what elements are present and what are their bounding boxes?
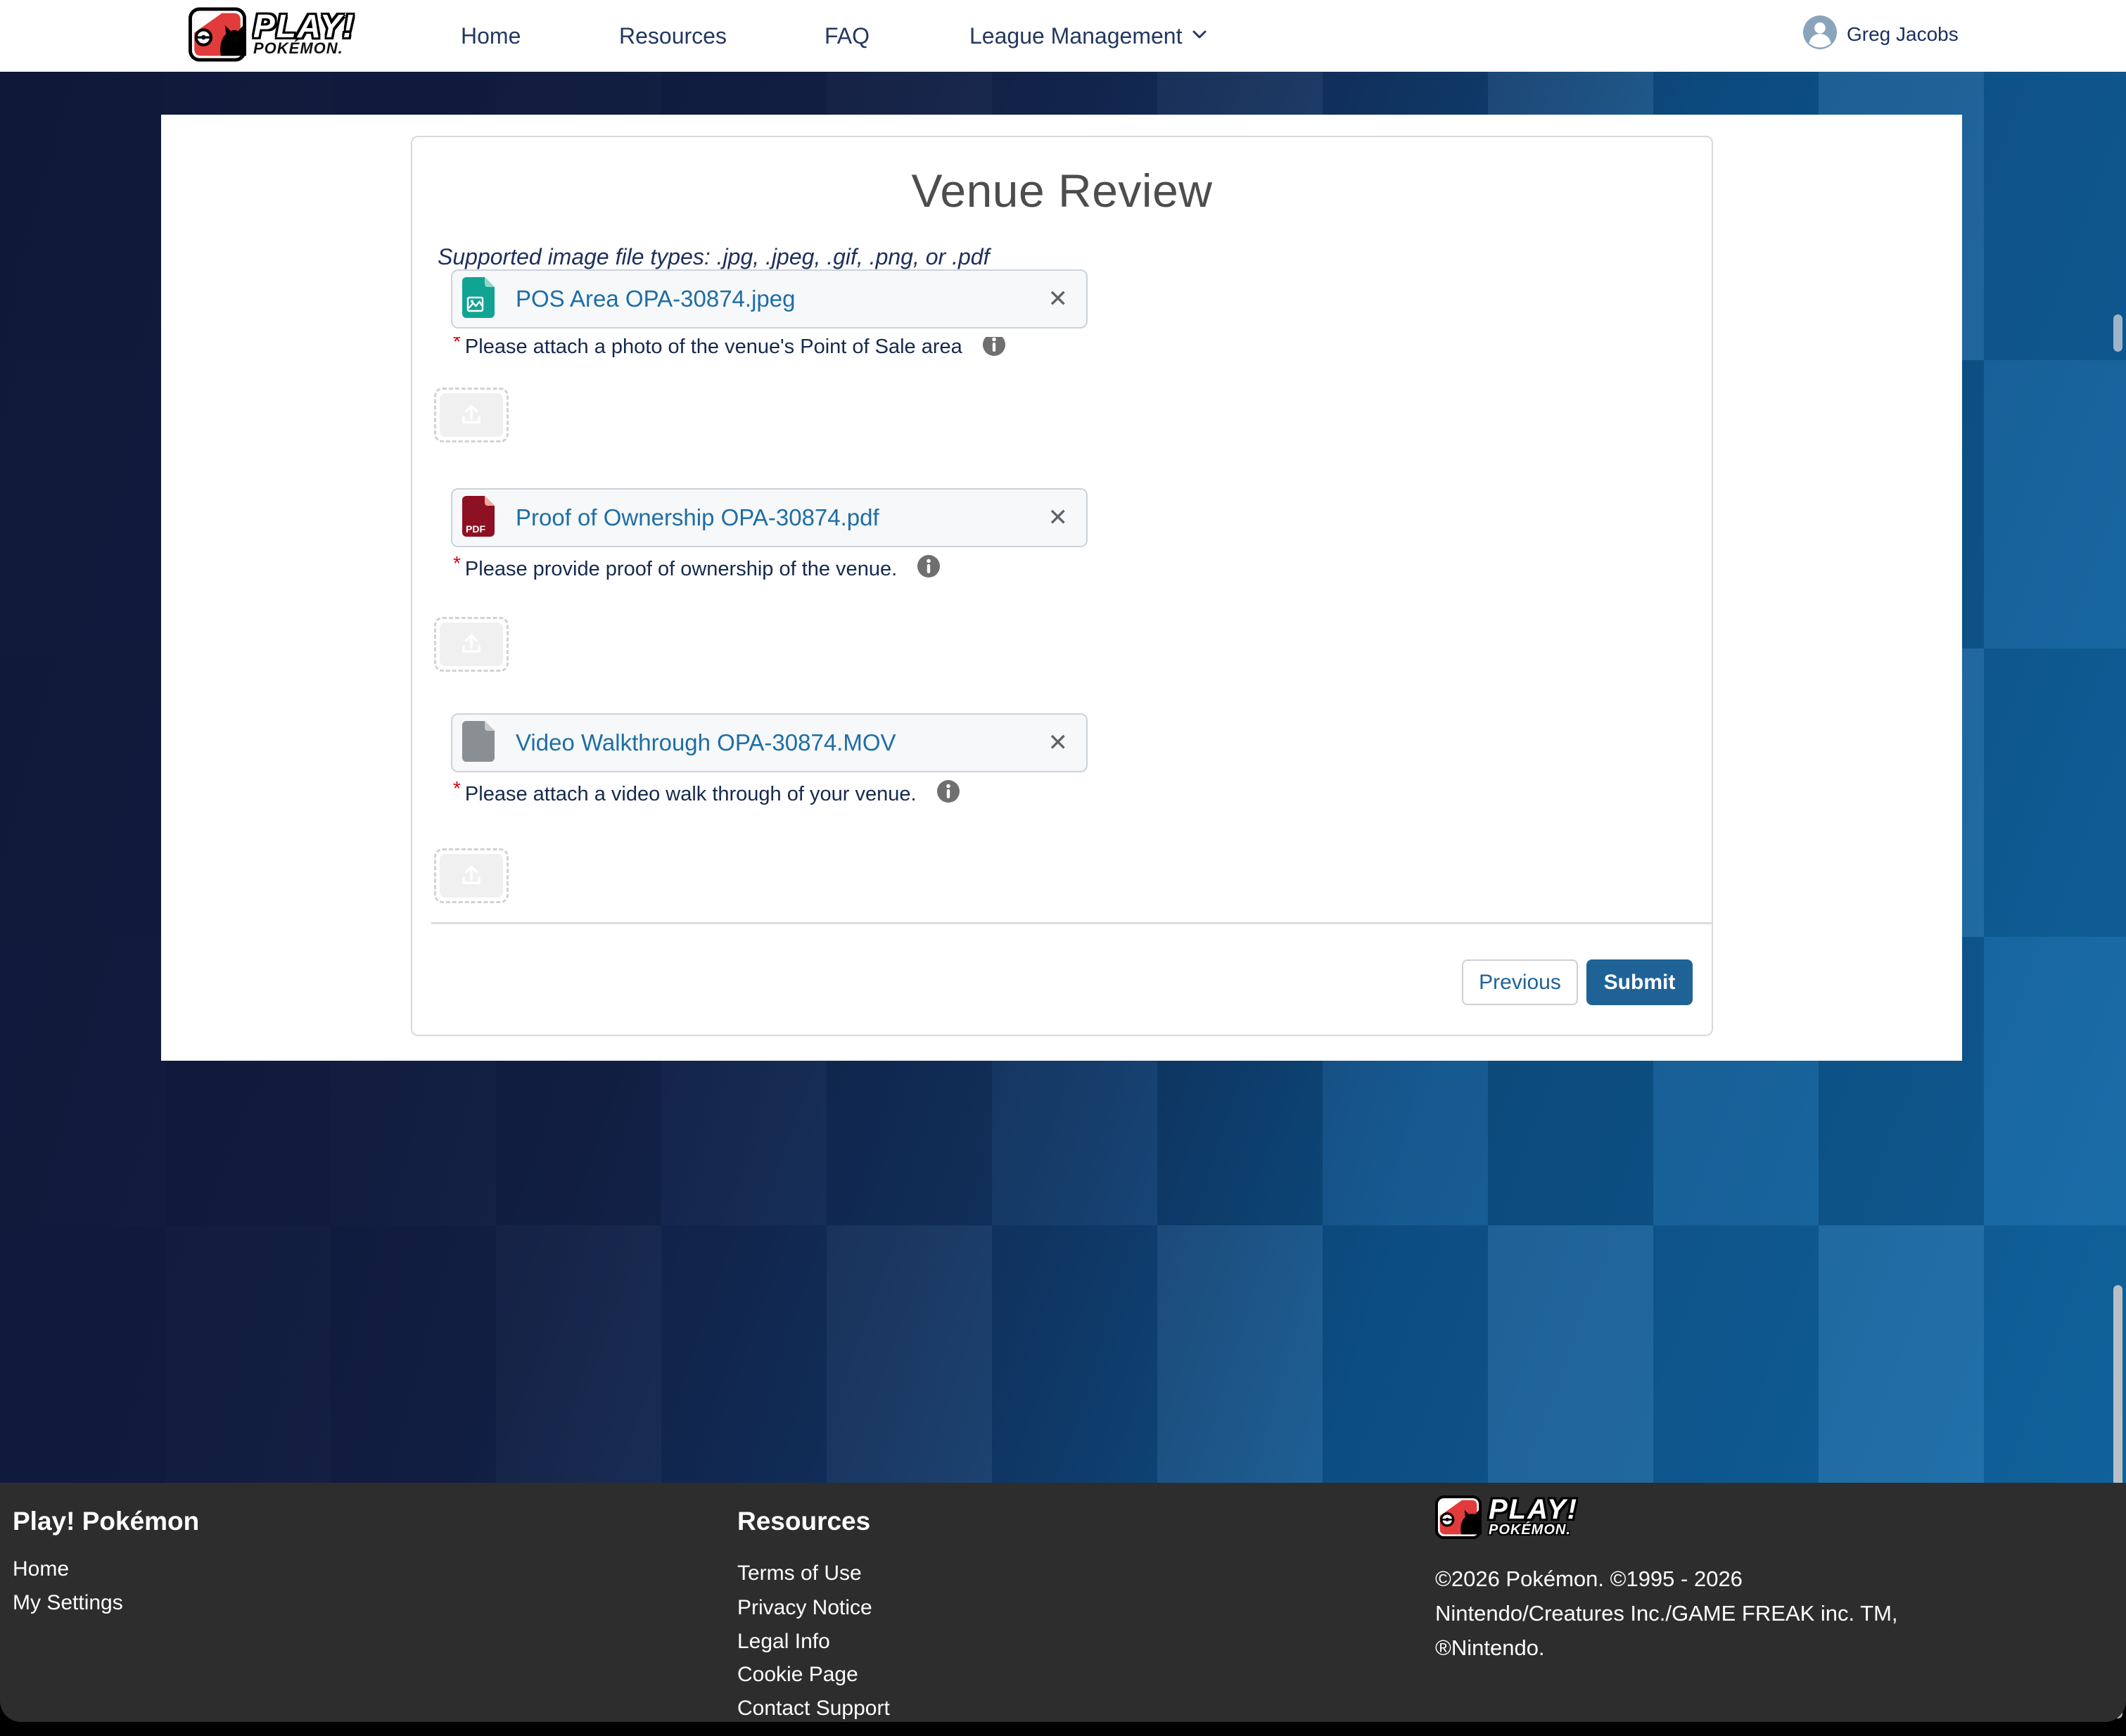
submit-button[interactable]: Submit (1586, 959, 1693, 1005)
upload-icon (440, 393, 503, 437)
file-row-pos-area: POS Area OPA-30874.jpeg ✕ (451, 269, 1088, 328)
page: PLAY! POKÉMON. Home Resources FAQ League… (0, 0, 2126, 1736)
nav-link-faq[interactable]: FAQ (825, 23, 870, 49)
generic-file-icon (462, 721, 495, 765)
user-menu[interactable]: Greg Jacobs (1803, 15, 1959, 53)
requirement-text: Please provide proof of ownership of the… (465, 558, 897, 581)
user-name: Greg Jacobs (1847, 23, 1959, 46)
venue-review-card: Venue Review Supported image file types:… (411, 136, 1713, 1036)
nav-link-home[interactable]: Home (461, 23, 521, 49)
footer: Play! Pokémon Home My Settings Resources… (0, 1483, 2126, 1722)
nav-dropdown-label: League Management (969, 23, 1182, 49)
requirement-label: * Please attach a photo of the venue's P… (453, 337, 1006, 357)
footer-link-privacy-notice[interactable]: Privacy Notice (737, 1596, 872, 1620)
wordmark-pokemon: POKÉMON. (1489, 1522, 1578, 1538)
play-pokemon-wordmark: PLAY! POKÉMON. (253, 12, 355, 57)
requirement-label: * Please attach a video walk through of … (453, 779, 960, 809)
requirement-text: Please attach a photo of the venue's Poi… (465, 337, 962, 357)
upload-dropzone[interactable] (434, 617, 509, 672)
upload-dropzone[interactable] (434, 388, 509, 442)
chevron-down-icon (1192, 30, 1207, 43)
wordmark-play: PLAY! (253, 12, 355, 40)
play-pokemon-badge-icon (1435, 1495, 1482, 1539)
footer-logo: PLAY! POKÉMON. (1435, 1495, 1578, 1539)
wordmark-pokemon: POKÉMON. (253, 40, 355, 57)
upload-icon (440, 623, 503, 666)
footer-link-cookie-page[interactable]: Cookie Page (737, 1663, 858, 1687)
pdf-badge: PDF (466, 523, 485, 535)
page-title: Venue Review (412, 164, 1712, 217)
required-marker: * (453, 552, 461, 575)
file-link[interactable]: Video Walkthrough OPA-30874.MOV (516, 729, 896, 756)
footer-link-contact-support[interactable]: Contact Support (737, 1697, 890, 1721)
footer-link-terms-of-use[interactable]: Terms of Use (737, 1562, 862, 1585)
file-types-note: Supported image file types: .jpg, .jpeg,… (438, 244, 989, 270)
footer-col2-title: Resources (737, 1507, 870, 1536)
remove-file-icon[interactable]: ✕ (1048, 287, 1069, 311)
info-icon[interactable] (982, 337, 1006, 357)
file-row-video-walkthrough: Video Walkthrough OPA-30874.MOV ✕ (451, 713, 1088, 772)
copyright-line: Nintendo/Creatures Inc./GAME FREAK inc. … (1435, 1601, 1898, 1626)
form-divider (431, 922, 1713, 924)
upload-dropzone[interactable] (434, 848, 509, 903)
play-pokemon-badge-icon (189, 7, 246, 62)
footer-link-legal-info[interactable]: Legal Info (737, 1630, 830, 1654)
jpeg-file-icon (462, 277, 495, 321)
file-link[interactable]: Proof of Ownership OPA-30874.pdf (516, 504, 879, 531)
copyright-line: ©2026 Pokémon. ©1995 - 2026 (1435, 1566, 1743, 1592)
avatar-icon (1803, 15, 1837, 53)
info-icon[interactable] (917, 554, 941, 584)
requirement-text: Please attach a video walk through of yo… (465, 783, 917, 806)
required-marker: * (453, 777, 461, 800)
info-icon[interactable] (936, 779, 960, 809)
nav-dropdown-league-management[interactable]: League Management (969, 23, 1207, 49)
requirement-label: * Please provide proof of ownership of t… (453, 554, 941, 584)
previous-button[interactable]: Previous (1462, 959, 1578, 1005)
footer-link-my-settings[interactable]: My Settings (13, 1591, 123, 1615)
remove-file-icon[interactable]: ✕ (1048, 506, 1069, 530)
pdf-file-icon: PDF (462, 496, 495, 540)
upload-icon (440, 854, 503, 898)
file-link[interactable]: POS Area OPA-30874.jpeg (516, 286, 795, 312)
remove-file-icon[interactable]: ✕ (1048, 731, 1069, 755)
footer-wordmark: PLAY! POKÉMON. (1489, 1497, 1578, 1538)
footer-link-home[interactable]: Home (13, 1557, 69, 1581)
footer-col1-title: Play! Pokémon (13, 1507, 199, 1536)
nav-link-resources[interactable]: Resources (619, 23, 727, 49)
top-navbar: PLAY! POKÉMON. Home Resources FAQ League… (0, 0, 2126, 72)
wordmark-play: PLAY! (1489, 1497, 1578, 1522)
copyright-line: ®Nintendo. (1435, 1635, 1545, 1661)
scrollbar-thumb-upper[interactable] (2113, 314, 2122, 352)
required-marker: * (453, 337, 461, 353)
play-pokemon-logo[interactable]: PLAY! POKÉMON. (189, 7, 355, 62)
file-row-proof-of-ownership: PDF Proof of Ownership OPA-30874.pdf ✕ (451, 488, 1088, 547)
